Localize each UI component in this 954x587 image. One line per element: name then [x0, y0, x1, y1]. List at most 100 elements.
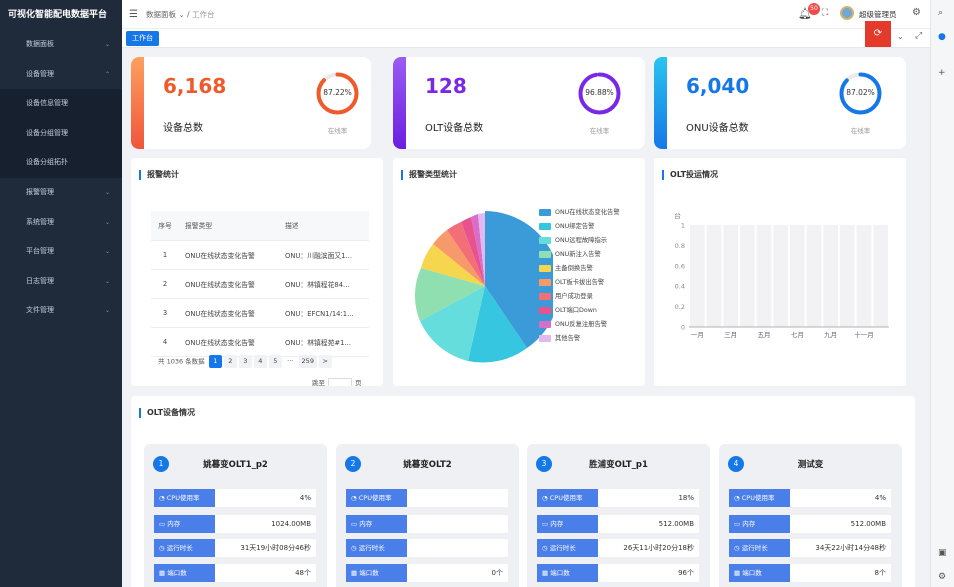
port-count-label-text: 端口数: [742, 569, 762, 577]
sidebar-item-log[interactable]: 日志管理 ⌄: [0, 267, 122, 297]
cpu-usage-row: ◔ CPU使用率 4%: [154, 489, 316, 507]
bar-background: [756, 225, 772, 327]
notification-badge: 50: [808, 3, 820, 15]
page-button[interactable]: 1: [208, 355, 222, 368]
memory-label: ▭ 内存: [729, 515, 790, 533]
legend-label: ONU反复注册告警: [555, 321, 608, 328]
sidebar-item-system[interactable]: 系统管理 ⌄: [0, 208, 122, 238]
uptime-label-text: 运行时长: [741, 544, 768, 552]
settings-icon[interactable]: ⚙: [938, 572, 946, 582]
olt-device-card[interactable]: 1 姚暮变OLT1_p2 ◔ CPU使用率 4% ▭ 内存 1024.00MB ◷ 运行时长…: [144, 444, 327, 587]
avatar[interactable]: [840, 6, 854, 20]
table-row[interactable]: 1 ONU在线状态变化告警 ONU：川融滨面又1...: [151, 240, 369, 270]
panel-icon[interactable]: ▣: [938, 548, 947, 558]
legend-swatch: [539, 222, 551, 230]
legend-item[interactable]: OLT板卡拔出告警: [539, 278, 620, 292]
uptime-label-text: 运行时长: [358, 544, 385, 552]
device-name: 姚暮变OLT1_p2: [203, 460, 268, 470]
page-button[interactable]: 4: [253, 355, 267, 368]
legend-swatch: [539, 236, 551, 244]
sidebar-item-platform[interactable]: 平台管理 ⌄: [0, 237, 122, 267]
table-row[interactable]: 3 ONU在线状态变化告警 ONU：EFCN1/14:1...: [151, 298, 369, 328]
legend-item[interactable]: 用户成功登录: [539, 292, 620, 306]
legend-item[interactable]: 主备倒换告警: [539, 264, 620, 278]
page-button[interactable]: 259: [298, 355, 317, 368]
alarm-types-panel: 报警类型统计 ONU在线状态变化告警 ONU绑定告警 ONU远程故障指示 ONU…: [393, 158, 645, 386]
gear-icon[interactable]: ⚙: [912, 7, 921, 18]
sidebar-item-dashboard[interactable]: 数据面板 ⌄: [0, 30, 122, 60]
memory-row: ▭ 内存 512.00MB: [729, 515, 891, 533]
sidebar-item-device-management[interactable]: 设备管理 ⌃: [0, 60, 122, 90]
sidebar-item-device-group[interactable]: 设备分组管理: [0, 118, 122, 149]
chevron-down-icon[interactable]: ⌄: [897, 32, 904, 41]
sidebar-item-label: 设备信息管理: [26, 99, 68, 108]
refresh-icon[interactable]: ⟳: [865, 21, 891, 47]
legend-item[interactable]: ONU反复注册告警: [539, 320, 620, 334]
legend-item[interactable]: 其他告警: [539, 334, 620, 348]
olt-device-card[interactable]: 3 胜浦变OLT_p1 ◔ CPU使用率 18% ▭ 内存 512.00MB ◷ 运行时长 2…: [527, 444, 710, 587]
olt-device-card[interactable]: 4 测试变 ◔ CPU使用率 4% ▭ 内存 512.00MB ◷ 运行时长 34天22小时1…: [719, 444, 902, 587]
chevron-up-icon: ⌃: [104, 70, 110, 78]
sidebar-item-label: 设备分组拓扑: [26, 158, 68, 167]
memory-icon: ▭: [734, 520, 741, 528]
sidebar-item-alarm[interactable]: 报警管理 ⌄: [0, 178, 122, 208]
memory-value: 512.00MB: [850, 520, 886, 528]
page-button[interactable]: 2: [223, 355, 237, 368]
right-rail: ⌕ ● + ▣ ⚙: [930, 0, 954, 587]
legend-item[interactable]: ONU绑定告警: [539, 222, 620, 236]
table-row[interactable]: 2 ONU在线状态变化告警 ONU：林镇程花84...: [151, 269, 369, 299]
olt-deployment-panel: OLT投运情况 台 0 0.2 0.4 0.6 0.8 1 一月 三月 五月 七月 九月 十一月: [654, 158, 906, 386]
page-button[interactable]: 5: [268, 355, 282, 368]
tabs-bar: 工作台 ⟳ ⌄ ⤢: [122, 21, 930, 48]
bar-background: [856, 225, 872, 327]
legend-item[interactable]: OLT端口Down: [539, 306, 620, 320]
bar-background: [840, 225, 855, 327]
uptime-row: ◷ 运行时长 26天11小时20分18秒: [537, 539, 699, 557]
page-button[interactable]: 3: [238, 355, 252, 368]
online-rate-value: 87.22%: [323, 88, 352, 97]
uptime-label-text: 运行时长: [166, 544, 193, 552]
sidebar-item-device-topology[interactable]: 设备分组拓扑: [0, 148, 122, 178]
panel-title: OLT投运情况: [662, 170, 718, 180]
legend-item[interactable]: ONU新注入告警: [539, 250, 620, 264]
alarm-stats-panel: 报警统计 序号 报警类型 描述 1 ONU在线状态变化告警 ONU：川融滨面又1..…: [131, 158, 383, 386]
fullscreen-icon[interactable]: ⛶: [822, 8, 828, 18]
uptime-row: ◷ 运行时长 31天19小时08分46秒: [154, 539, 316, 557]
port-count-label: ▦ 端口数: [537, 564, 598, 582]
table-cell: ONU在线状态变化告警: [179, 269, 279, 299]
sidebar-item-label: 文件管理: [26, 306, 54, 315]
table-row[interactable]: 4 ONU在线状态变化告警 ONU：林镇程苑#1...: [151, 327, 369, 357]
sidebar-item-label: 数据面板: [26, 40, 54, 48]
page-ellipsis[interactable]: ···: [284, 355, 297, 368]
accent-bar: [131, 57, 144, 149]
olt-device-card[interactable]: 2 姚暮变OLT2 ◔ CPU使用率 ▭ 内存 ◷ 运行时长 ▦ 端口数 0个: [336, 444, 519, 587]
cpu-usage-value: 18%: [678, 494, 694, 502]
goto-label: 跳至: [312, 379, 325, 386]
expand-icon[interactable]: ⤢: [915, 31, 922, 41]
menu-fold-icon[interactable]: ☰: [129, 9, 138, 20]
cpu-usage-icon: ◔: [351, 494, 357, 502]
next-page-button[interactable]: >: [318, 355, 332, 368]
port-count-value: 48个: [295, 569, 311, 577]
cpu-usage-label: ◔ CPU使用率: [537, 489, 598, 507]
sidebar-item-file[interactable]: 文件管理 ⌄: [0, 296, 122, 326]
sidebar-item-device-info[interactable]: 设备信息管理: [0, 89, 122, 119]
page-jump-input[interactable]: [328, 377, 352, 386]
stat-value: 6,168: [163, 74, 227, 98]
cpu-usage-label-text: CPU使用率: [741, 494, 775, 502]
alarm-table: 序号 报警类型 描述 1 ONU在线状态变化告警 ONU：川融滨面又1... 2 ON…: [151, 211, 369, 357]
legend-item[interactable]: ONU远程故障指示: [539, 236, 620, 250]
table-cell: ONU在线状态变化告警: [179, 298, 279, 328]
extension-icon[interactable]: ●: [938, 32, 946, 42]
y-tick-label: 0.8: [675, 242, 685, 250]
user-name[interactable]: 超级管理员: [859, 9, 897, 20]
uptime-value: 26天11小时20分18秒: [623, 544, 694, 552]
breadcrumb-parent[interactable]: 数据面板 ⌄ /: [146, 10, 192, 19]
legend-item[interactable]: ONU在线状态变化告警: [539, 208, 620, 222]
port-count-value: 8个: [874, 569, 886, 577]
stat-card-onu: 6,040 ONU设备总数 87.02% 在线率: [654, 57, 906, 149]
search-icon[interactable]: ⌕: [938, 8, 943, 18]
add-icon[interactable]: +: [938, 68, 946, 78]
stat-value: 128: [425, 74, 467, 98]
tab-workbench[interactable]: 工作台: [126, 31, 159, 46]
